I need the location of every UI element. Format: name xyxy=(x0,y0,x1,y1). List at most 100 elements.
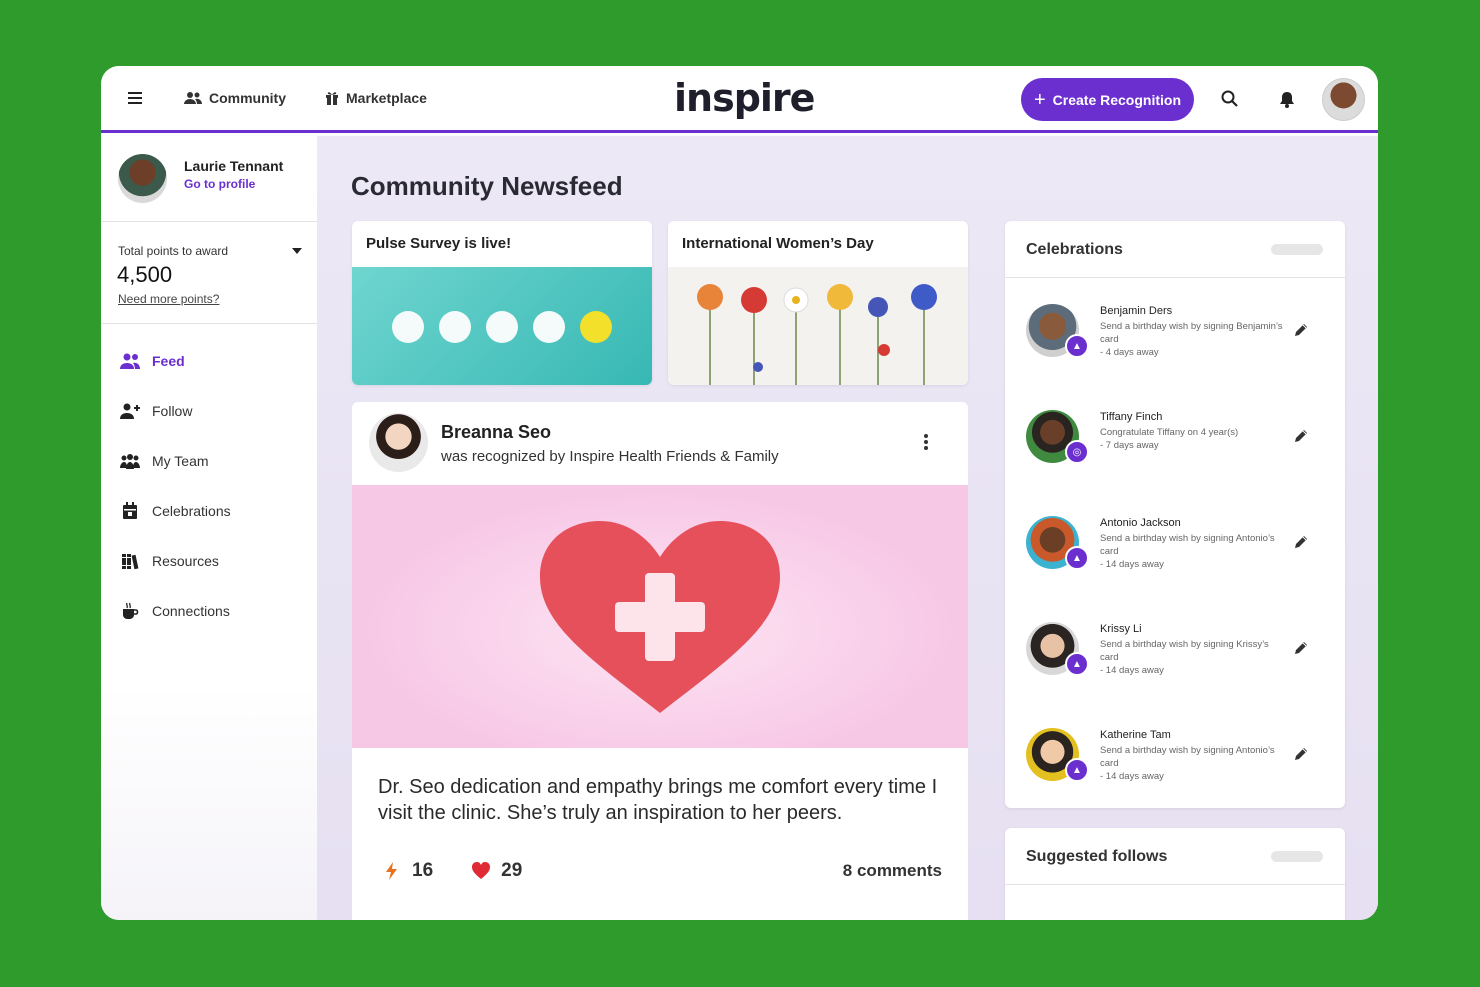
unhappy-face-icon xyxy=(439,311,471,343)
panel-header: Suggested follows xyxy=(1005,828,1345,885)
flowers-image xyxy=(668,267,968,385)
need-more-points-link[interactable]: Need more points? xyxy=(118,292,219,306)
go-to-profile-link[interactable]: Go to profile xyxy=(184,177,255,191)
lightning-icon xyxy=(386,862,397,880)
anniversary-icon: ◎ xyxy=(1065,440,1089,464)
caret-down-icon[interactable] xyxy=(292,248,302,254)
womens-day-card[interactable]: International Women’s Day xyxy=(668,221,968,385)
happy-face-icon xyxy=(533,311,565,343)
neutral-face-icon xyxy=(486,311,518,343)
birthday-cake-icon: ▲ xyxy=(1065,652,1089,676)
page-title: Community Newsfeed xyxy=(351,171,623,201)
post-avatar[interactable] xyxy=(369,413,428,472)
boost-button[interactable]: 16 xyxy=(382,860,433,882)
sidebar-item-follow[interactable]: Follow xyxy=(101,386,317,436)
sidebar-item-label: Resources xyxy=(152,553,219,569)
post-banner-image xyxy=(352,485,968,748)
celebration-name: Benjamin Ders xyxy=(1100,305,1173,317)
boost-count: 16 xyxy=(412,860,434,881)
celebration-when: - 14 days away xyxy=(1100,771,1164,782)
gift-icon xyxy=(326,92,338,105)
points-panel: Total points to award 4,500 Need more po… xyxy=(101,222,317,324)
pencil-icon[interactable] xyxy=(1293,322,1309,338)
nav-marketplace-label: Marketplace xyxy=(346,90,427,106)
sidebar-item-feed[interactable]: Feed xyxy=(101,336,317,386)
sidebar: Laurie Tennant Go to profile Total point… xyxy=(101,136,317,920)
promo-title: International Women’s Day xyxy=(682,235,874,252)
list-item[interactable]: ▲ Benjamin Ders Send a birthday wish by … xyxy=(1005,278,1345,384)
medical-heart-icon xyxy=(540,521,780,713)
list-item[interactable]: ▲ Krissy Li Send a birthday wish by sign… xyxy=(1005,596,1345,702)
search-icon[interactable] xyxy=(1219,88,1241,110)
suggested-follows-panel: Suggested follows xyxy=(1005,828,1345,920)
sidebar-menu: Feed Follow My Team Celebrations Resourc… xyxy=(101,336,317,636)
plus-icon: + xyxy=(1033,88,1046,111)
list-item[interactable]: ▲ Katherine Tam Send a birthday wish by … xyxy=(1005,702,1345,808)
celebrations-panel: Celebrations ▲ Benjamin Ders Send a birt… xyxy=(1005,221,1345,808)
inspire-logo[interactable]: inspire xyxy=(674,76,815,120)
points-value: 4,500 xyxy=(117,262,173,287)
create-recognition-button[interactable]: + Create Recognition xyxy=(1021,78,1194,121)
sidebar-item-label: Feed xyxy=(152,353,185,369)
sidebar-item-celebrations[interactable]: Celebrations xyxy=(101,486,317,536)
celebration-description: Send a birthday wish by signing Krissy’s… xyxy=(1100,638,1285,677)
main-content: Community Newsfeed Pulse Survey is live!… xyxy=(317,136,1378,920)
pencil-icon[interactable] xyxy=(1293,746,1309,762)
points-label: Total points to award xyxy=(118,244,229,258)
sidebar-item-label: Connections xyxy=(152,603,230,619)
post-stats: 16 29 8 comments xyxy=(382,856,942,886)
post-text: Dr. Seo dedication and empathy brings me… xyxy=(378,776,938,824)
people-icon xyxy=(184,92,202,104)
sidebar-item-label: Follow xyxy=(152,403,193,419)
panel-header: Celebrations xyxy=(1005,221,1345,278)
user-avatar[interactable] xyxy=(1322,78,1365,121)
celebration-name: Katherine Tam xyxy=(1100,729,1171,741)
bell-icon[interactable] xyxy=(1276,88,1298,110)
celebration-name: Tiffany Finch xyxy=(1100,411,1163,423)
people-icon xyxy=(120,353,140,369)
nav-marketplace[interactable]: Marketplace xyxy=(325,90,427,106)
coffee-icon xyxy=(123,602,139,619)
pencil-icon[interactable] xyxy=(1293,428,1309,444)
celebrations-list: ▲ Benjamin Ders Send a birthday wish by … xyxy=(1005,278,1345,808)
sidebar-item-my-team[interactable]: My Team xyxy=(101,436,317,486)
nav-community[interactable]: Community xyxy=(184,90,286,106)
app-window: Community Marketplace inspire + Create R… xyxy=(101,66,1378,920)
books-icon xyxy=(122,554,139,570)
celebration-description: Congratulate Tiffany on 4 year(s) - 7 day… xyxy=(1100,426,1285,452)
more-options-icon[interactable] xyxy=(921,434,931,452)
pulse-survey-card[interactable]: Pulse Survey is live! xyxy=(352,221,652,385)
top-bar: Community Marketplace inspire + Create R… xyxy=(101,66,1378,133)
like-button[interactable]: 29 xyxy=(471,860,522,882)
birthday-cake-icon: ▲ xyxy=(1065,546,1089,570)
comments-link[interactable]: 8 comments xyxy=(843,861,942,881)
logo-text: inspire xyxy=(674,76,815,120)
sidebar-item-label: Celebrations xyxy=(152,503,231,519)
sidebar-item-resources[interactable]: Resources xyxy=(101,536,317,586)
nav-community-label: Community xyxy=(209,90,286,106)
celebration-description: Send a birthday wish by signing Antonio’… xyxy=(1100,532,1285,571)
list-item[interactable]: ◎ Tiffany Finch Congratulate Tiffany on … xyxy=(1005,384,1345,490)
panel-title: Celebrations xyxy=(1026,241,1123,258)
post-author-name[interactable]: Breanna Seo xyxy=(441,422,551,443)
post-subtitle: was recognized by Inspire Health Friends… xyxy=(441,448,779,465)
sad-face-icon xyxy=(392,311,424,343)
recognition-post: Breanna Seo was recognized by Inspire He… xyxy=(352,402,968,920)
celebration-text: Send a birthday wish by signing Benjamin… xyxy=(1100,321,1283,345)
celebration-when: - 14 days away xyxy=(1100,665,1164,676)
create-recognition-label: Create Recognition xyxy=(1052,91,1182,108)
profile-avatar[interactable] xyxy=(118,154,167,203)
sidebar-item-connections[interactable]: Connections xyxy=(101,586,317,636)
profile-name: Laurie Tennant xyxy=(184,158,284,174)
birthday-cake-icon: ▲ xyxy=(1065,334,1089,358)
celebration-text: Send a birthday wish by signing Krissy’s… xyxy=(1100,639,1269,663)
celebration-name: Krissy Li xyxy=(1100,623,1142,635)
placeholder-pill xyxy=(1271,244,1323,255)
sidebar-item-label: My Team xyxy=(152,453,209,469)
very-happy-face-icon xyxy=(580,311,612,343)
menu-icon[interactable] xyxy=(128,92,142,104)
pencil-icon[interactable] xyxy=(1293,640,1309,656)
list-item[interactable]: ▲ Antonio Jackson Send a birthday wish b… xyxy=(1005,490,1345,596)
pencil-icon[interactable] xyxy=(1293,534,1309,550)
profile-card: Laurie Tennant Go to profile xyxy=(101,136,317,222)
